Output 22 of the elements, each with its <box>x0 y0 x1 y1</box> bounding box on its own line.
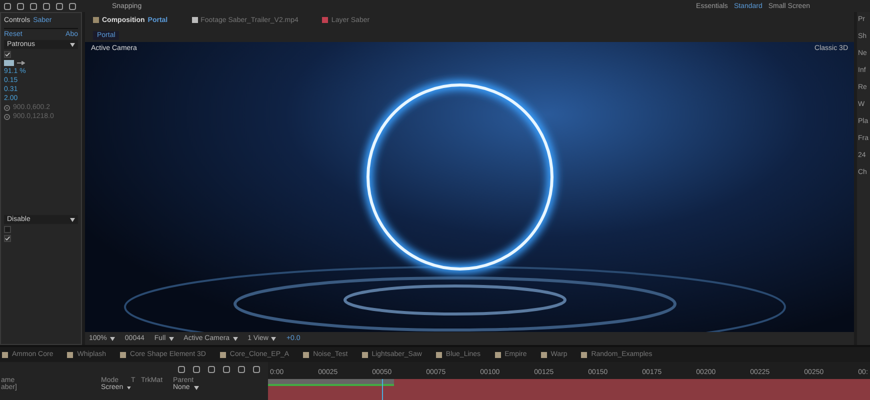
caret-icon <box>110 336 115 340</box>
timeline-tool-icon[interactable] <box>223 366 230 373</box>
timeline-tool-icon[interactable] <box>208 366 215 373</box>
check-icon <box>5 52 10 57</box>
option-checkbox[interactable] <box>4 235 11 242</box>
caret-icon <box>232 336 238 340</box>
caret-icon <box>271 336 276 340</box>
color-swatch[interactable] <box>4 60 14 66</box>
check-icon <box>5 236 10 241</box>
enable-checkbox[interactable] <box>4 51 11 58</box>
timeline-tool-icon[interactable] <box>238 366 245 373</box>
caret-icon <box>168 336 174 340</box>
eyedropper-icon[interactable] <box>17 61 25 65</box>
option-checkbox[interactable] <box>4 226 11 233</box>
timeline-tool-icon[interactable] <box>253 366 260 373</box>
timeline-tool-icon[interactable] <box>193 366 200 373</box>
caret-icon <box>70 218 75 222</box>
caret-icon <box>127 386 131 390</box>
caret-icon <box>194 386 199 390</box>
timeline-tool-icon[interactable] <box>178 366 185 373</box>
layer-bar[interactable] <box>268 379 870 400</box>
caret-icon <box>70 42 75 46</box>
